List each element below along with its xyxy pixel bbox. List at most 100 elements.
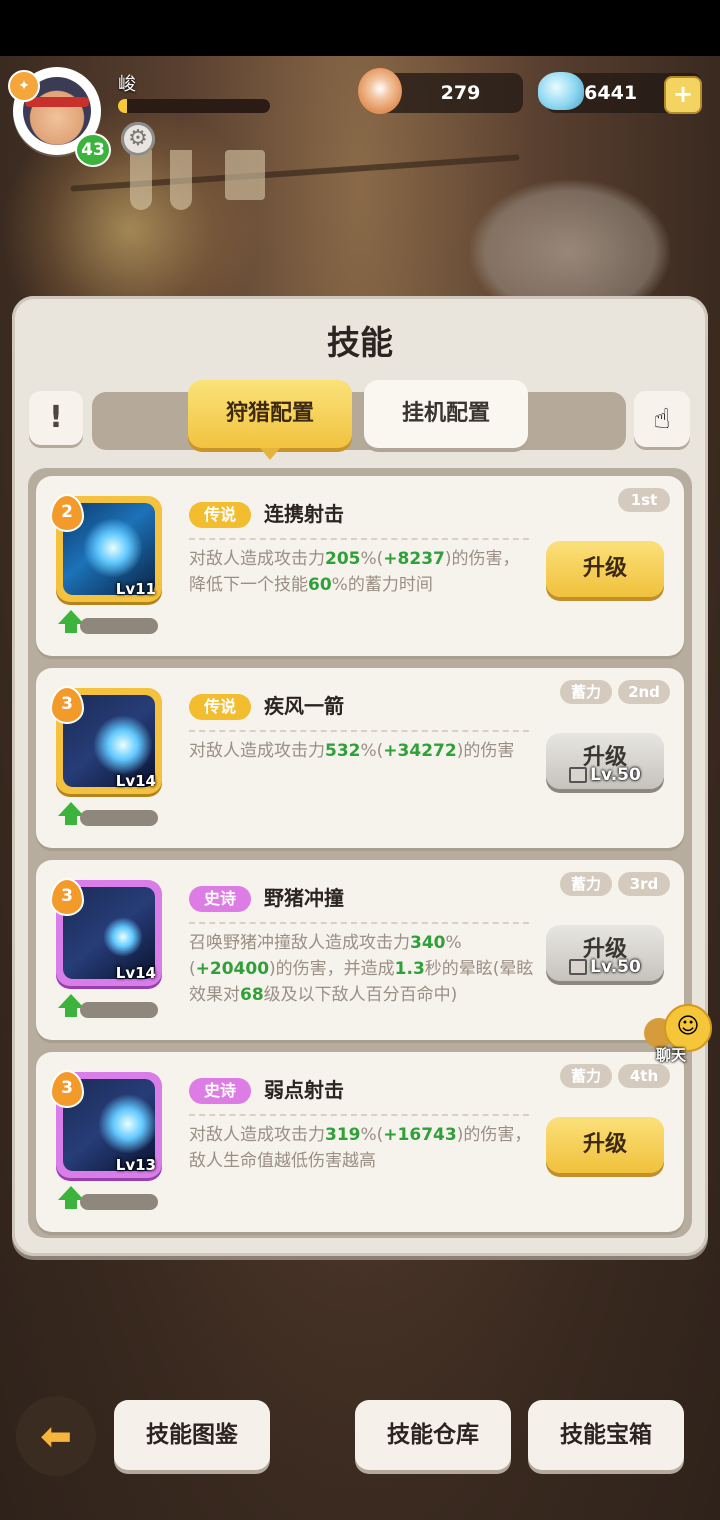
charge-tag: 蓄力 [560, 680, 612, 704]
lock-icon [569, 959, 588, 975]
info-button[interactable]: ! [29, 391, 83, 445]
divider [189, 922, 529, 924]
charge-tag: 蓄力 [560, 1064, 612, 1088]
rarity-badge: 史诗 [189, 1078, 251, 1104]
skill-description: 对敌人造成攻击力319%(+16743)的伤害，敌人生命值越低伤害越高 [189, 1122, 534, 1174]
xp-bar-fill [118, 99, 128, 113]
divider [189, 1114, 529, 1116]
desc-text: %( [360, 741, 384, 761]
skill-art-flash [83, 518, 143, 578]
charge-tag: 蓄力 [560, 872, 612, 896]
desc-text: %( [360, 1125, 384, 1145]
slot-order-tag: 1st [618, 488, 670, 512]
chat-label: 聊天 [656, 1046, 687, 1064]
slot-order-tag: 4th [618, 1064, 670, 1088]
back-arrow-icon[interactable]: ⬅ [16, 1396, 96, 1476]
upgrade-button[interactable]: 升级 [546, 541, 664, 597]
highlight-value: 1.3 [394, 959, 425, 979]
skill-name: 弱点射击 [264, 1078, 344, 1102]
desc-text: %的蓄力时间 [331, 575, 433, 595]
tab-track [92, 392, 626, 450]
highlight-value: +20400 [195, 959, 270, 979]
slot-order-tag: 2nd [618, 680, 670, 704]
lock-level: Lv.50 [590, 765, 641, 785]
settings-gear-icon[interactable]: ⚙ [121, 122, 155, 156]
divider [189, 538, 529, 540]
star-count-badge: 3 [50, 1070, 84, 1108]
skill-card-2[interactable]: Lv14 3 传说 疾风一箭 对敌人造成攻击力532%(+34272)的伤害 蓄… [36, 668, 684, 848]
rarity-badge: 传说 [189, 694, 251, 720]
crystal-shell-icon [538, 72, 584, 110]
desc-text: %( [360, 549, 384, 569]
skill-level: Lv13 [115, 1156, 156, 1174]
skill-description: 召唤野猪冲撞敌人造成攻击力340%(+20400)的伤害，并造成1.3秒的晕眩(… [189, 930, 534, 1008]
star-count-badge: 3 [50, 686, 84, 724]
desc-text: 级及以下敌人百分百命中) [263, 985, 458, 1005]
highlight-value: 68 [240, 985, 264, 1005]
slot-order-tag: 3rd [618, 872, 670, 896]
divider [189, 730, 529, 732]
rarity-badge: 史诗 [189, 886, 251, 912]
chat-button[interactable]: ☺ 聊天 [642, 1004, 718, 1064]
avatar-headband [25, 97, 89, 107]
skill-art-flash [98, 1094, 155, 1154]
skill-name: 野猪冲撞 [264, 886, 344, 910]
highlight-value: +34272 [383, 741, 457, 761]
flame-badge-icon: ✦ [8, 70, 40, 102]
hand-pointer-icon[interactable]: ☝ [634, 391, 690, 447]
skill-storage-button[interactable]: 技能仓库 [355, 1400, 511, 1470]
skill-name: 连携射击 [264, 502, 344, 526]
status-bar [0, 0, 720, 56]
desc-text: 召唤野猪冲撞敌人造成攻击力 [189, 933, 410, 953]
highlight-value: 319 [325, 1125, 361, 1145]
skill-progress-bar [80, 1002, 158, 1018]
lock-level: Lv.50 [590, 957, 641, 977]
background-skull [470, 180, 670, 310]
upgrade-button-locked[interactable]: 升级 Lv.50 [546, 925, 664, 981]
skill-codex-button[interactable]: 技能图鉴 [114, 1400, 270, 1470]
upgrade-button[interactable]: 升级 [546, 1117, 664, 1173]
pearl-value: 279 [440, 82, 481, 104]
skill-level: Lv14 [115, 772, 156, 790]
skill-chest-button[interactable]: 技能宝箱 [528, 1400, 684, 1470]
rarity-badge: 传说 [189, 502, 251, 528]
skills-panel: 技能 ! 狩猎配置 挂机配置 ☝ Lv11 2 传说 连携射击 对敌人造成攻击力… [12, 296, 708, 1256]
star-count-badge: 3 [50, 878, 84, 916]
skill-progress-bar [80, 618, 158, 634]
upgrade-button-locked[interactable]: 升级 Lv.50 [546, 733, 664, 789]
skill-progress-bar [80, 1194, 158, 1210]
player-level-badge: 43 [75, 133, 111, 167]
highlight-value: +8237 [383, 549, 445, 569]
player-name: 峻 [118, 74, 136, 95]
lock-icon [569, 767, 588, 783]
skill-card-3[interactable]: Lv14 3 史诗 野猪冲撞 召唤野猪冲撞敌人造成攻击力340%(+20400)… [36, 860, 684, 1040]
skill-card-1[interactable]: Lv11 2 传说 连携射击 对敌人造成攻击力205%(+8237)的伤害，降低… [36, 476, 684, 656]
background-fang [130, 150, 152, 210]
desc-text: 对敌人造成攻击力 [189, 549, 325, 569]
highlight-value: 340 [410, 933, 446, 953]
skill-description: 对敌人造成攻击力205%(+8237)的伤害，降低下一个技能60%的蓄力时间 [189, 546, 534, 598]
skill-level: Lv11 [115, 580, 156, 598]
skill-art-flash [93, 715, 153, 775]
desc-text: 对敌人造成攻击力 [189, 1125, 325, 1145]
highlight-value: 205 [325, 549, 361, 569]
tab-hunt-config[interactable]: 狩猎配置 [188, 380, 352, 460]
highlight-value: 60 [308, 575, 332, 595]
xp-bar [118, 99, 270, 113]
skill-level: Lv14 [115, 964, 156, 982]
lock-requirement: Lv.50 [546, 955, 664, 979]
skill-art-flash [103, 917, 143, 957]
skill-card-4[interactable]: Lv13 3 史诗 弱点射击 对敌人造成攻击力319%(+16743)的伤害，敌… [36, 1052, 684, 1232]
skill-progress-bar [80, 810, 158, 826]
desc-text: )的伤害 [456, 741, 515, 761]
add-currency-button[interactable]: + [664, 76, 702, 114]
tab-idle-config[interactable]: 挂机配置 [364, 380, 528, 448]
skill-name: 疾风一箭 [264, 694, 344, 718]
page-title: 技能 [327, 323, 393, 362]
star-count-badge: 2 [50, 494, 84, 532]
lock-requirement: Lv.50 [546, 763, 664, 787]
pearl-shell-icon [358, 68, 402, 114]
background-cloth [225, 150, 265, 200]
background-fang [170, 150, 192, 210]
desc-text: 对敌人造成攻击力 [189, 741, 325, 761]
